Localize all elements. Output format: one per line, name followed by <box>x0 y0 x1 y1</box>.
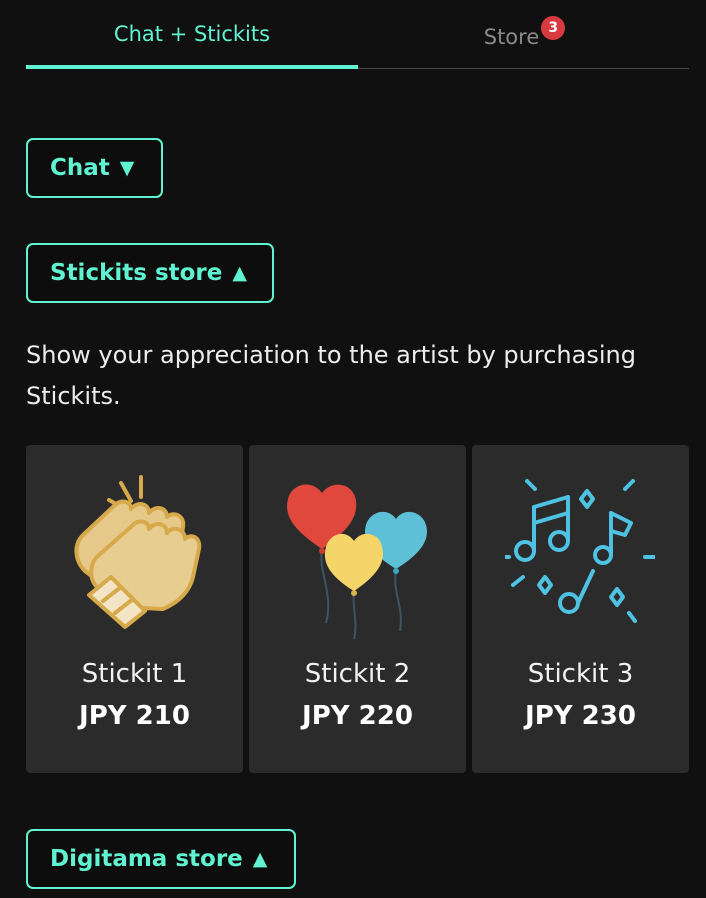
chat-toggle-button[interactable]: Chat ▼ <box>26 138 163 198</box>
chat-toggle-label: Chat <box>50 155 110 181</box>
stickit-card-3[interactable]: Stickit 3 JPY 230 <box>472 445 689 773</box>
tab-bar: Chat + Stickits Store 3 <box>26 0 689 69</box>
caret-down-icon: ▼ <box>119 156 135 179</box>
clapping-hands-icon <box>74 475 202 629</box>
store-notification-badge: 3 <box>541 16 566 40</box>
tab-store[interactable]: Store 3 <box>358 0 689 68</box>
digitama-store-toggle-button[interactable]: Digitama store ▲ <box>26 829 296 889</box>
digitama-store-toggle-label: Digitama store <box>50 846 243 872</box>
heart-balloons-icon <box>287 484 427 640</box>
stickit-card-2[interactable]: Stickit 2 JPY 220 <box>249 445 466 773</box>
stickit-card-list: Stickit 1 JPY 210 Stickit 2 JPY 220 Stic… <box>26 445 689 773</box>
tab-chat-stickits-label: Chat + Stickits <box>113 22 271 46</box>
caret-up-icon: ▲ <box>232 261 248 284</box>
active-tab-indicator <box>26 65 358 69</box>
stickit-name: Stickit 3 <box>527 659 634 689</box>
stickit-price: JPY 220 <box>302 701 413 731</box>
stickits-store-toggle-label: Stickits store <box>50 260 223 286</box>
stickits-store-toggle-button[interactable]: Stickits store ▲ <box>26 243 274 303</box>
stickit-name: Stickit 2 <box>304 659 411 689</box>
stickit-name: Stickit 1 <box>81 659 188 689</box>
caret-up-icon: ▲ <box>252 847 268 870</box>
stickit-card-1[interactable]: Stickit 1 JPY 210 <box>26 445 243 773</box>
stickit-price: JPY 210 <box>79 701 190 731</box>
stickit-price: JPY 230 <box>525 701 636 731</box>
tab-chat-stickits[interactable]: Chat + Stickits <box>26 0 358 69</box>
tab-store-label: Store <box>483 25 540 49</box>
stickits-description: Show your appreciation to the artist by … <box>26 341 636 410</box>
music-notes-icon <box>505 479 655 623</box>
